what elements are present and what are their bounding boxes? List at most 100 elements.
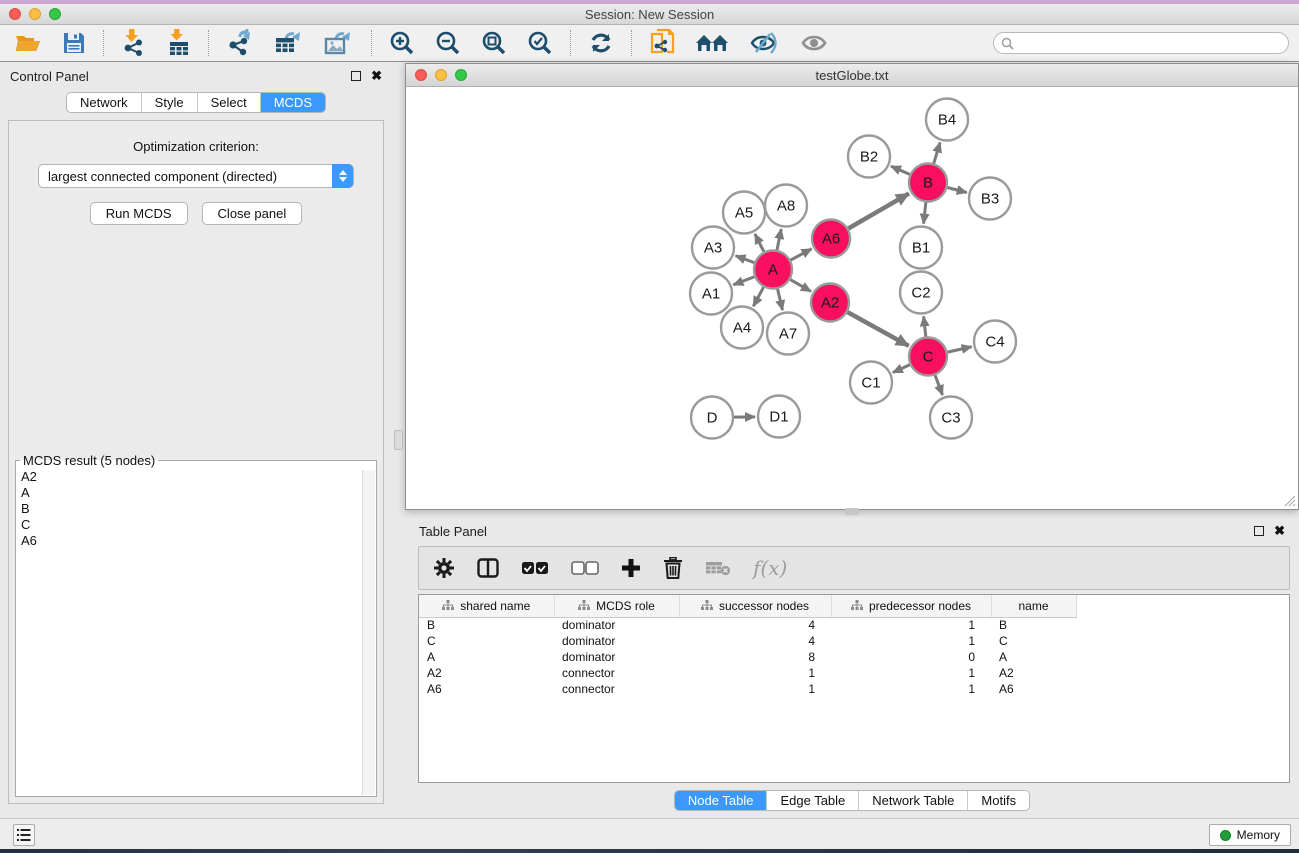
graph-edge-B-B2[interactable] <box>891 166 910 174</box>
graph-edge-A-A8[interactable] <box>777 229 781 250</box>
table-cell[interactable]: connector <box>554 681 679 697</box>
zoom-out-button[interactable] <box>429 28 467 58</box>
table-cell[interactable]: B <box>991 617 1076 633</box>
table-cell[interactable]: 8 <box>679 649 831 665</box>
close-panel-icon[interactable]: ✖ <box>371 71 382 81</box>
table-settings-button[interactable] <box>433 557 455 579</box>
graph-edge-A2-C[interactable] <box>848 312 909 346</box>
graph-edge-B-B1[interactable] <box>924 202 926 223</box>
graph-edge-C-C3[interactable] <box>935 375 942 395</box>
close-table-panel-icon[interactable]: ✖ <box>1274 526 1285 536</box>
save-session-button[interactable] <box>56 29 92 57</box>
delete-table-button[interactable] <box>705 559 731 577</box>
zoom-fit-button[interactable] <box>475 28 513 58</box>
delete-column-button[interactable] <box>663 557 683 579</box>
table-cell[interactable]: 1 <box>831 665 991 681</box>
network-window-titlebar[interactable]: testGlobe.txt <box>406 64 1298 87</box>
table-cell[interactable]: A <box>419 649 554 665</box>
vertical-splitter-grip[interactable] <box>394 430 403 450</box>
graph-edge-A6-B[interactable] <box>848 193 909 228</box>
table-cell[interactable]: A6 <box>419 681 554 697</box>
import-table-button[interactable] <box>161 27 197 59</box>
tab-network[interactable]: Network <box>67 93 141 112</box>
graph-edge-B-B3[interactable] <box>947 187 966 192</box>
zoom-selected-button[interactable] <box>521 28 559 58</box>
table-cell[interactable]: 1 <box>679 665 831 681</box>
table-cell[interactable]: 0 <box>831 649 991 665</box>
table-cell[interactable]: 1 <box>831 633 991 649</box>
node-table[interactable]: shared nameMCDS rolesuccessor nodesprede… <box>419 595 1077 697</box>
table-cell[interactable]: A <box>991 649 1076 665</box>
mcds-result-item[interactable]: B <box>21 501 376 517</box>
graph-edge-C-C4[interactable] <box>948 347 972 352</box>
column-header-MCDS-role[interactable]: MCDS role <box>554 595 679 617</box>
table-cell[interactable]: 1 <box>831 681 991 697</box>
result-scrollbar[interactable] <box>362 470 375 795</box>
table-cell[interactable]: A2 <box>419 665 554 681</box>
graph-edge-A-A4[interactable] <box>753 287 763 306</box>
refresh-button[interactable] <box>582 28 620 58</box>
table-tab-motifs[interactable]: Motifs <box>967 791 1029 810</box>
table-cell[interactable]: A2 <box>991 665 1076 681</box>
graph-edge-A-A2[interactable] <box>790 280 811 292</box>
first-neighbors-button[interactable] <box>689 29 735 57</box>
table-cell[interactable]: A6 <box>991 681 1076 697</box>
graph-edge-A-A3[interactable] <box>736 256 755 263</box>
table-cell[interactable]: dominator <box>554 617 679 633</box>
mcds-result-item[interactable]: A <box>21 485 376 501</box>
select-all-button[interactable] <box>521 561 549 575</box>
task-history-button[interactable] <box>13 824 35 846</box>
table-cell[interactable]: 1 <box>831 617 991 633</box>
export-table-button[interactable] <box>268 27 310 59</box>
column-header-name[interactable]: name <box>991 595 1076 617</box>
show-all-button[interactable] <box>793 29 835 57</box>
graph-edge-B-B4[interactable] <box>934 142 940 163</box>
hide-selected-button[interactable] <box>743 29 785 57</box>
export-network-button[interactable] <box>220 27 260 59</box>
table-cell[interactable]: dominator <box>554 649 679 665</box>
table-row[interactable]: Cdominator41C <box>419 633 1076 649</box>
column-header-successor-nodes[interactable]: successor nodes <box>679 595 831 617</box>
column-header-shared-name[interactable]: shared name <box>419 595 554 617</box>
table-cell[interactable]: connector <box>554 665 679 681</box>
table-cell[interactable]: C <box>991 633 1076 649</box>
mcds-result-item[interactable]: A2 <box>21 469 376 485</box>
graph-edge-A-A5[interactable] <box>755 234 764 252</box>
open-file-button[interactable] <box>8 29 48 57</box>
float-table-panel-icon[interactable] <box>1254 526 1264 536</box>
export-image-button[interactable] <box>318 27 360 59</box>
graph-edge-A-A6[interactable] <box>791 249 812 260</box>
close-panel-button[interactable]: Close panel <box>202 202 303 225</box>
resize-grip-icon[interactable] <box>1283 494 1296 507</box>
table-row[interactable]: A2connector11A2 <box>419 665 1076 681</box>
tab-style[interactable]: Style <box>141 93 197 112</box>
column-selector-button[interactable] <box>477 558 499 578</box>
table-cell[interactable]: 4 <box>679 633 831 649</box>
table-tab-edge-table[interactable]: Edge Table <box>766 791 858 810</box>
deselect-all-button[interactable] <box>571 561 599 575</box>
clone-network-button[interactable] <box>643 26 681 60</box>
network-canvas[interactable]: B4B2BB3A8A5A6A3B1AC2A1A2A4A7C4CC1DD1C3 <box>406 87 1298 509</box>
create-column-button[interactable] <box>621 558 641 578</box>
mcds-result-item[interactable]: A6 <box>21 533 376 549</box>
table-row[interactable]: A6connector11A6 <box>419 681 1076 697</box>
table-tab-network-table[interactable]: Network Table <box>858 791 967 810</box>
graph-edge-A-A1[interactable] <box>733 277 754 285</box>
table-row[interactable]: Adominator80A <box>419 649 1076 665</box>
table-tab-node-table[interactable]: Node Table <box>675 791 767 810</box>
import-network-button[interactable] <box>115 27 153 59</box>
function-builder-button[interactable]: f(x) <box>753 556 787 580</box>
zoom-in-button[interactable] <box>383 28 421 58</box>
optimization-dropdown[interactable]: largest connected component (directed) <box>38 164 354 188</box>
memory-button[interactable]: Memory <box>1209 824 1291 846</box>
table-cell[interactable]: 1 <box>679 681 831 697</box>
run-mcds-button[interactable]: Run MCDS <box>90 202 188 225</box>
graph-edge-A-A7[interactable] <box>778 289 783 310</box>
table-cell[interactable]: 4 <box>679 617 831 633</box>
search-input[interactable] <box>993 32 1289 54</box>
float-panel-icon[interactable] <box>351 71 361 81</box>
table-cell[interactable]: C <box>419 633 554 649</box>
table-row[interactable]: Bdominator41B <box>419 617 1076 633</box>
graph-edge-C-C1[interactable] <box>893 365 910 373</box>
column-header-predecessor-nodes[interactable]: predecessor nodes <box>831 595 991 617</box>
